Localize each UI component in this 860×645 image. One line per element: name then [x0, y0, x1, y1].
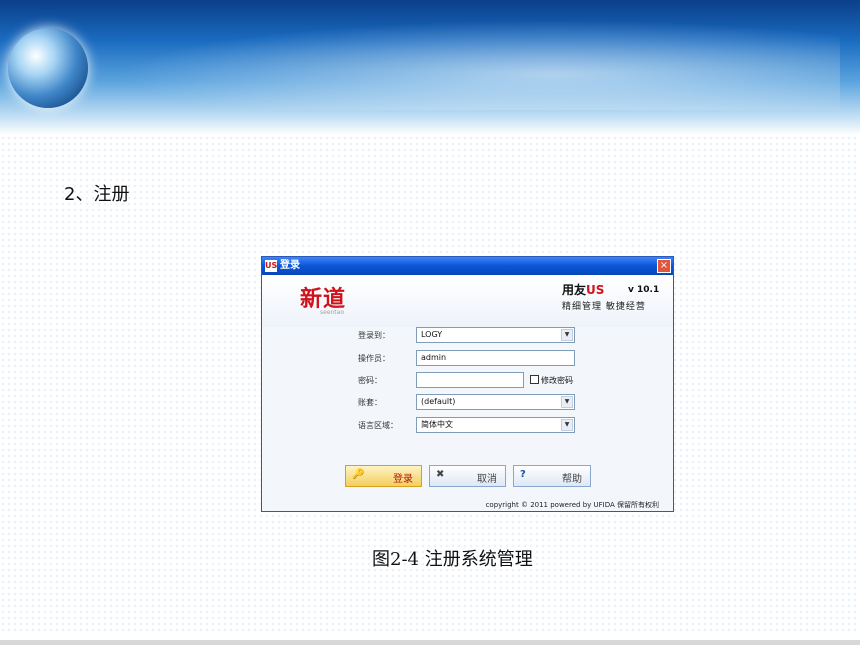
cancel-button-label: 取消: [477, 474, 497, 485]
globe-icon: [8, 28, 88, 108]
ufida-logo: 用友US: [562, 281, 604, 298]
operator-input[interactable]: admin: [416, 350, 575, 366]
password-input[interactable]: [416, 372, 524, 388]
chevron-down-icon[interactable]: ▼: [561, 396, 573, 408]
login-button[interactable]: 🔑 登录: [345, 465, 422, 487]
ufida-logo-mark: US: [586, 283, 605, 297]
account-set-value: (default): [421, 397, 456, 406]
close-icon: ✖: [436, 469, 445, 480]
password-row: 密码： 修改密码: [262, 372, 673, 390]
app-logo-icon: US: [265, 260, 278, 272]
bottom-divider: [0, 640, 860, 645]
account-set-label: 账套：: [358, 398, 382, 407]
login-to-select[interactable]: LOGY ▼: [416, 327, 575, 343]
chevron-down-icon[interactable]: ▼: [561, 329, 573, 341]
change-password-checkbox[interactable]: [530, 375, 539, 384]
chevron-down-icon[interactable]: ▼: [561, 419, 573, 431]
help-button[interactable]: ? 帮助: [513, 465, 591, 487]
slogan: 精细管理 敏捷经营: [562, 302, 646, 312]
seentao-logo-sub: seentao: [320, 309, 345, 316]
login-window: US 登录 × 新道 seentao 用友US v 10.1 精细管理 敏捷经营…: [261, 256, 674, 512]
operator-row: 操作员： admin: [262, 350, 673, 368]
login-to-value: LOGY: [421, 330, 443, 339]
language-row: 语言区域： 简体中文 ▼: [262, 417, 673, 435]
language-label: 语言区域：: [358, 421, 398, 430]
section-heading: 2、注册: [64, 184, 130, 205]
cancel-button[interactable]: ✖ 取消: [429, 465, 506, 487]
language-select[interactable]: 简体中文 ▼: [416, 417, 575, 433]
change-password-label: 修改密码: [541, 376, 573, 385]
branding-header: 新道 seentao 用友US v 10.1 精细管理 敏捷经营: [262, 275, 673, 327]
change-password-option[interactable]: 修改密码: [530, 375, 573, 386]
ufida-logo-prefix: 用友: [562, 283, 587, 297]
copyright-text: copyright © 2011 powered by UFIDA 保留所有权利: [485, 501, 659, 509]
account-set-row: 账套： (default) ▼: [262, 394, 673, 412]
window-title: 登录: [280, 260, 300, 271]
key-icon: 🔑: [352, 469, 365, 480]
close-button[interactable]: ×: [657, 259, 671, 273]
login-to-row: 登录到： LOGY ▼: [262, 327, 673, 345]
password-label: 密码：: [358, 376, 382, 385]
banner-highlight: [120, 20, 840, 110]
operator-label: 操作员：: [358, 354, 390, 363]
login-button-label: 登录: [393, 474, 413, 485]
account-set-select[interactable]: (default) ▼: [416, 394, 575, 410]
help-icon: ?: [520, 469, 526, 480]
language-value: 简体中文: [421, 420, 453, 429]
figure-caption: 图2-4 注册系统管理: [372, 549, 533, 570]
operator-value: admin: [421, 353, 447, 362]
help-button-label: 帮助: [562, 474, 582, 485]
login-to-label: 登录到：: [358, 331, 390, 340]
window-titlebar[interactable]: US 登录 ×: [262, 257, 673, 275]
version-label: v 10.1: [628, 285, 660, 295]
